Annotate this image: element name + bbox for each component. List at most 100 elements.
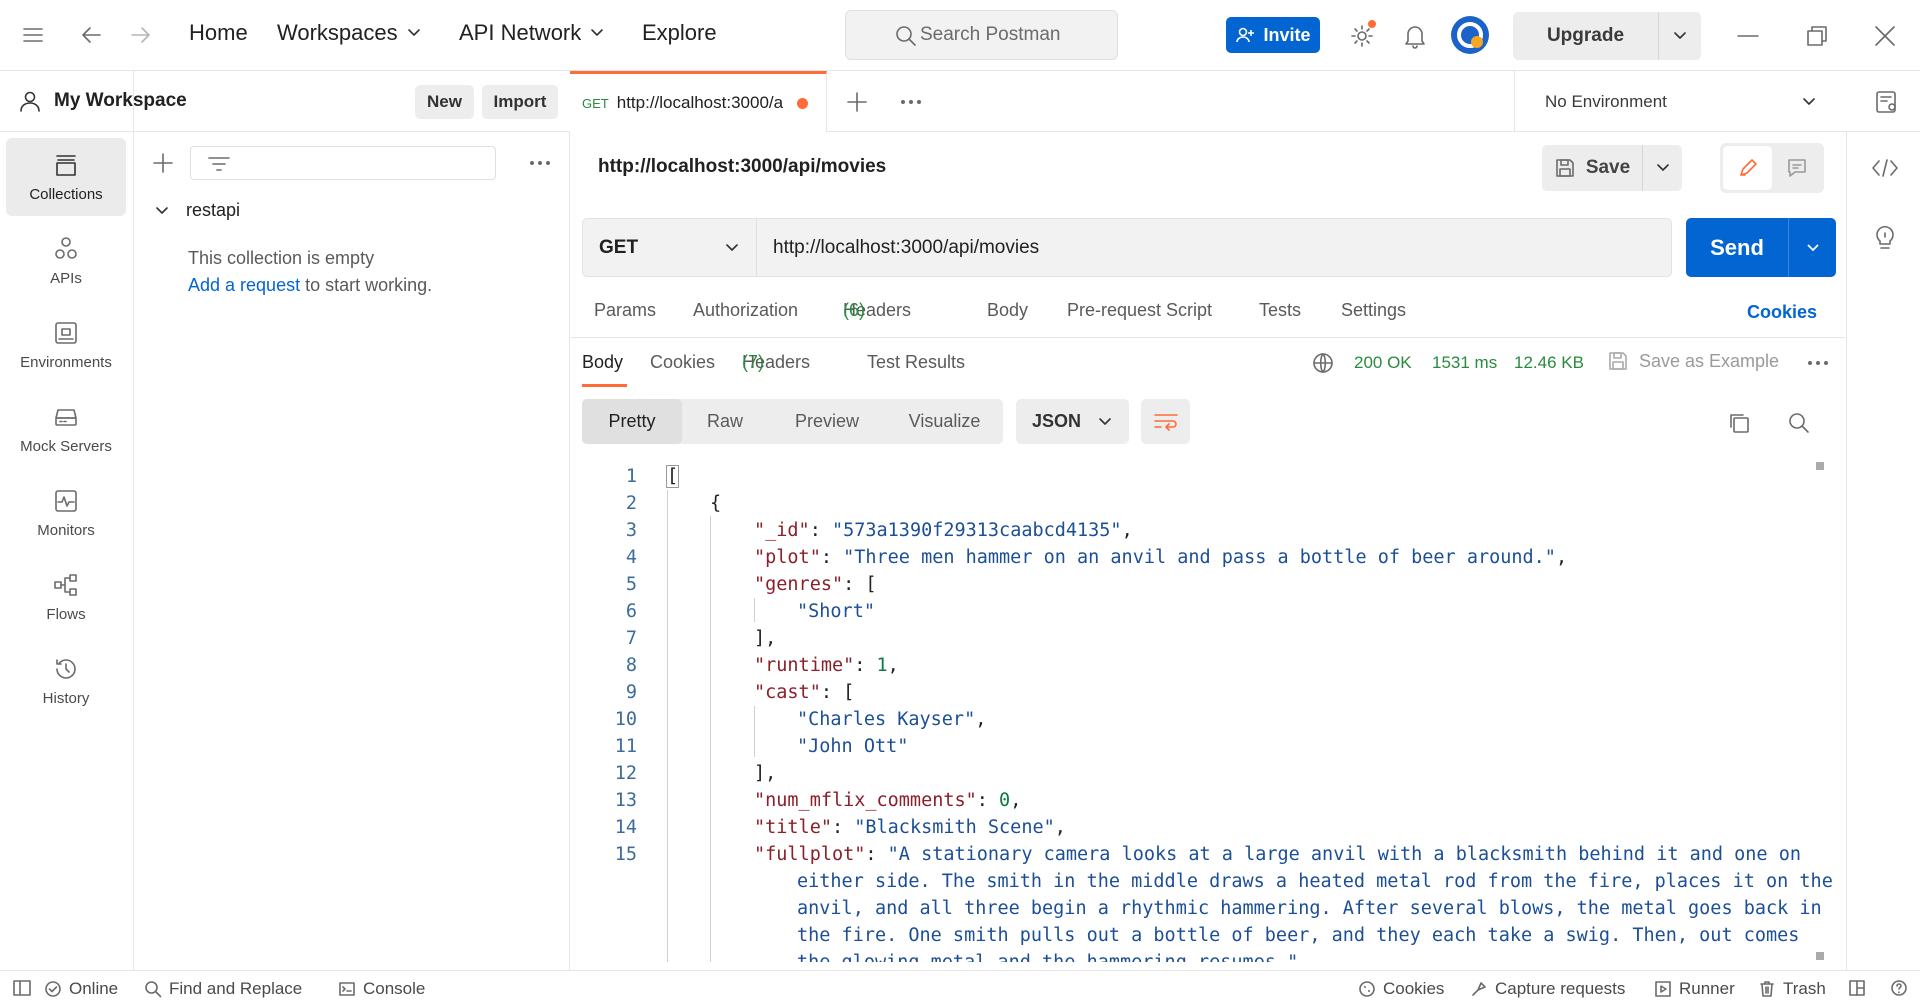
find-replace-button[interactable]: Find and Replace bbox=[144, 979, 302, 999]
json-number: 0 bbox=[999, 790, 1011, 811]
sidebar-item-flows[interactable]: Flows bbox=[6, 558, 126, 636]
console-button[interactable]: Console bbox=[338, 979, 425, 999]
sidebar-item-environments[interactable]: Environments bbox=[6, 306, 126, 384]
line-number: 14 bbox=[614, 817, 637, 838]
sidebar-item-monitors[interactable]: Monitors bbox=[6, 474, 126, 552]
chevron-down-icon bbox=[156, 206, 168, 214]
view-preview[interactable]: Preview bbox=[768, 399, 886, 444]
line-number: 2 bbox=[625, 493, 637, 514]
wrap-lines-button[interactable] bbox=[1141, 399, 1190, 444]
capture-requests-button[interactable]: Capture requests bbox=[1470, 979, 1625, 999]
active-tab-indicator bbox=[582, 384, 627, 387]
toggle-sidebar-icon[interactable] bbox=[12, 979, 32, 997]
sidebar-item-collections[interactable]: Collections bbox=[6, 138, 126, 216]
scroll-down-arrow-icon[interactable] bbox=[1816, 952, 1824, 960]
json-key: "fullplot" bbox=[754, 844, 866, 865]
trash-button[interactable]: Trash bbox=[1758, 979, 1826, 999]
restore-window-icon[interactable] bbox=[1806, 25, 1828, 47]
format-select[interactable]: JSON bbox=[1016, 399, 1129, 444]
request-tab[interactable]: GET http://localhost:3000/a bbox=[570, 71, 827, 132]
response-tab-body[interactable]: Body bbox=[582, 352, 623, 373]
runner-button[interactable]: Runner bbox=[1654, 979, 1735, 999]
copy-icon[interactable] bbox=[1727, 411, 1751, 435]
search-icon[interactable] bbox=[1787, 411, 1811, 435]
sidebar-item-apis[interactable]: APIs bbox=[6, 222, 126, 300]
nav-explore[interactable]: Explore bbox=[642, 20, 717, 46]
invite-button[interactable]: Invite bbox=[1226, 17, 1320, 53]
tab-authorization[interactable]: Authorization bbox=[693, 300, 798, 321]
chevron-down-icon[interactable] bbox=[1643, 145, 1682, 191]
response-body-viewer[interactable]: 1 2 3 4 5 6 7 8 9 10 11 12 13 14 15 [ { … bbox=[582, 462, 1832, 962]
filter-input[interactable] bbox=[190, 146, 496, 180]
wrap-lines-icon bbox=[1153, 413, 1178, 431]
response-time[interactable]: 1531 ms bbox=[1432, 353, 1497, 373]
url-bar: GET http://localhost:3000/api/movies bbox=[582, 218, 1672, 277]
upgrade-button[interactable]: Upgrade bbox=[1513, 12, 1701, 60]
capture-label: Capture requests bbox=[1495, 979, 1626, 998]
nav-workspaces[interactable]: Workspaces bbox=[277, 20, 422, 46]
new-button[interactable]: New bbox=[415, 85, 474, 119]
search-input[interactable]: Search Postman bbox=[845, 10, 1118, 60]
minimize-icon[interactable] bbox=[1737, 34, 1759, 38]
import-button[interactable]: Import bbox=[482, 85, 558, 119]
sidebar-item-mock-servers[interactable]: Mock Servers bbox=[6, 390, 126, 468]
comments-mode-button[interactable] bbox=[1772, 146, 1821, 190]
collection-item[interactable]: restapi bbox=[154, 200, 240, 221]
code-line: ], bbox=[754, 628, 777, 649]
view-pretty[interactable]: Pretty bbox=[582, 399, 682, 444]
close-icon[interactable] bbox=[1874, 25, 1896, 47]
avatar[interactable] bbox=[1450, 15, 1490, 55]
menu-icon[interactable] bbox=[22, 25, 44, 45]
chevron-down-icon[interactable] bbox=[1789, 218, 1836, 277]
plus-icon[interactable] bbox=[152, 152, 174, 174]
bell-icon[interactable] bbox=[1402, 22, 1428, 50]
cookies-link[interactable]: Cookies bbox=[1747, 302, 1817, 323]
forward-arrow-icon[interactable] bbox=[128, 24, 152, 46]
view-raw[interactable]: Raw bbox=[682, 399, 768, 444]
view-visualize[interactable]: Visualize bbox=[886, 399, 1003, 444]
url-input[interactable]: http://localhost:3000/api/movies bbox=[757, 219, 1671, 276]
online-label: Online bbox=[69, 979, 119, 998]
code-icon[interactable] bbox=[1871, 158, 1899, 178]
add-request-link[interactable]: Add a request bbox=[188, 275, 300, 295]
save-button[interactable]: Save bbox=[1542, 145, 1682, 191]
nav-home[interactable]: Home bbox=[189, 20, 248, 46]
help-icon[interactable] bbox=[1890, 979, 1908, 997]
environment-select[interactable]: No Environment bbox=[1514, 71, 1846, 132]
save-as-example-button[interactable]: Save as Example bbox=[1607, 350, 1779, 372]
code-scrollbar[interactable] bbox=[1815, 462, 1825, 962]
online-status[interactable]: Online bbox=[44, 979, 118, 999]
nav-api-network[interactable]: API Network bbox=[459, 20, 605, 46]
edit-mode-button[interactable] bbox=[1723, 146, 1772, 190]
response-tab-test-results[interactable]: Test Results bbox=[867, 352, 965, 373]
cookies-button[interactable]: Cookies bbox=[1358, 979, 1444, 999]
tab-settings[interactable]: Settings bbox=[1341, 300, 1406, 321]
more-tabs-icon[interactable] bbox=[900, 99, 922, 105]
tab-tests[interactable]: Tests bbox=[1259, 300, 1301, 321]
two-pane-icon[interactable] bbox=[1848, 979, 1866, 997]
lightbulb-icon[interactable] bbox=[1872, 224, 1898, 252]
chevron-down-icon bbox=[1803, 98, 1815, 105]
tab-pre-request-script[interactable]: Pre-request Script bbox=[1067, 300, 1212, 321]
add-request-hint: Add a request to start working. bbox=[188, 275, 432, 296]
response-status[interactable]: 200 OK bbox=[1354, 353, 1412, 373]
line-number: 9 bbox=[625, 682, 637, 703]
settings-gear-icon[interactable] bbox=[1348, 20, 1378, 50]
send-button[interactable]: Send bbox=[1686, 218, 1836, 277]
environment-quick-look-icon[interactable] bbox=[1874, 89, 1900, 115]
sidebar-item-history[interactable]: History bbox=[6, 642, 126, 720]
request-title[interactable]: http://localhost:3000/api/movies bbox=[598, 156, 886, 178]
response-tab-cookies[interactable]: Cookies bbox=[650, 352, 715, 373]
globe-icon[interactable] bbox=[1312, 352, 1334, 374]
scroll-up-arrow-icon[interactable] bbox=[1816, 462, 1824, 470]
chevron-down-icon[interactable] bbox=[1659, 12, 1701, 60]
tab-body[interactable]: Body bbox=[987, 300, 1028, 321]
more-options-icon[interactable] bbox=[529, 160, 551, 166]
method-select[interactable]: GET bbox=[583, 219, 757, 276]
sidebar-item-label: Flows bbox=[46, 605, 86, 623]
response-size[interactable]: 12.46 KB bbox=[1514, 353, 1584, 373]
more-options-icon[interactable] bbox=[1807, 360, 1829, 366]
back-arrow-icon[interactable] bbox=[80, 24, 104, 46]
tab-params[interactable]: Params bbox=[594, 300, 656, 321]
plus-icon[interactable] bbox=[846, 91, 868, 113]
